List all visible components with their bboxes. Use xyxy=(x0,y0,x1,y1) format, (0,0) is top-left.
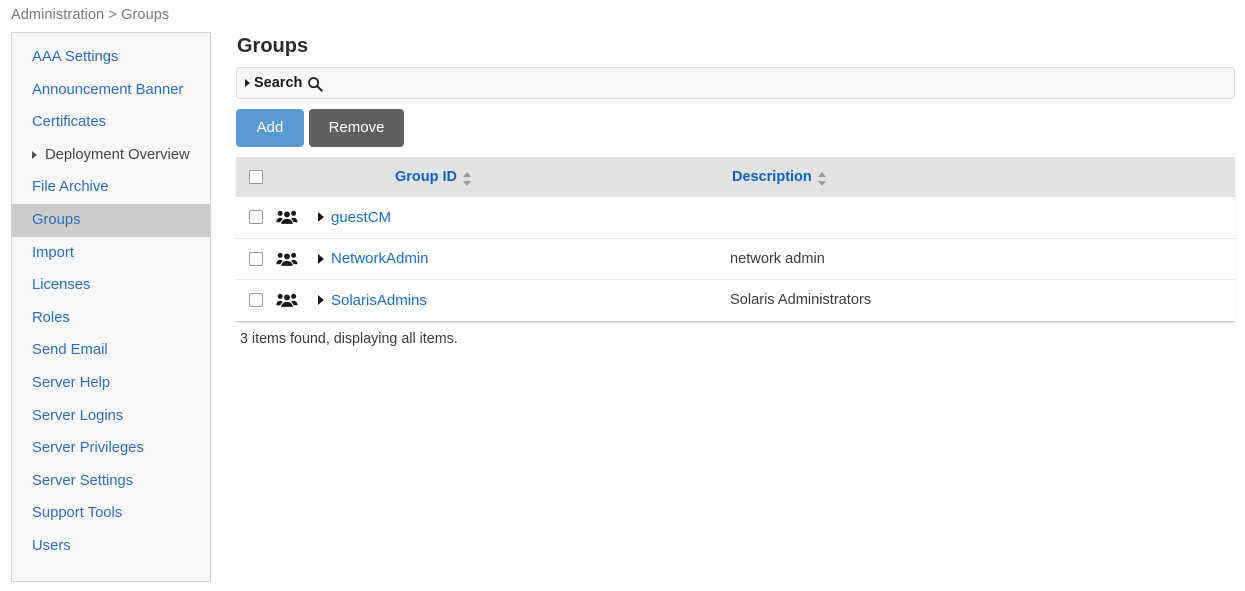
sidebar-item-certificates[interactable]: Certificates xyxy=(12,106,210,139)
sidebar-item-server-logins[interactable]: Server Logins xyxy=(12,400,210,433)
sidebar-item-server-privileges[interactable]: Server Privileges xyxy=(12,432,210,465)
row-checkbox[interactable] xyxy=(249,252,263,266)
sidebar-item-announcement-banner[interactable]: Announcement Banner xyxy=(12,74,210,107)
triangle-right-icon[interactable] xyxy=(32,151,37,159)
group-icon xyxy=(276,251,318,267)
table-header-row: Group ID Description xyxy=(236,157,1235,197)
sidebar-item-label: Import xyxy=(32,245,74,261)
sidebar-item-label: Certificates xyxy=(32,114,106,130)
sidebar-item-deployment-overview[interactable]: Deployment Overview xyxy=(12,139,210,172)
page-title: Groups xyxy=(236,32,1235,67)
search-label: Search xyxy=(254,75,302,91)
remove-button[interactable]: Remove xyxy=(309,109,404,147)
groups-table: Group ID Description guestCM NetworkAdmin… xyxy=(236,157,1235,321)
sidebar-item-send-email[interactable]: Send Email xyxy=(12,334,210,367)
group-id-header-label: Group ID xyxy=(395,169,457,185)
sidebar-item-label: AAA Settings xyxy=(32,49,118,65)
sidebar: AAA Settings Announcement Banner Certifica… xyxy=(11,32,211,582)
group-icon-cell xyxy=(276,197,318,238)
row-select-cell xyxy=(236,197,276,238)
select-all-checkbox[interactable] xyxy=(249,170,263,184)
sidebar-item-label: Server Logins xyxy=(32,408,123,424)
group-id-header[interactable]: Group ID xyxy=(318,157,730,197)
sidebar-item-label: Server Help xyxy=(32,375,110,391)
sidebar-item-label: Groups xyxy=(32,212,81,228)
group-id-cell: guestCM xyxy=(318,197,730,238)
row-select-cell xyxy=(236,238,276,280)
sidebar-item-label: Roles xyxy=(32,310,70,326)
table-row[interactable]: NetworkAdmin network admin xyxy=(236,238,1235,280)
sidebar-item-label: Announcement Banner xyxy=(32,82,183,98)
sidebar-item-file-archive[interactable]: File Archive xyxy=(12,171,210,204)
sort-arrows-icon[interactable] xyxy=(463,172,472,186)
sort-arrows-icon[interactable] xyxy=(818,172,827,186)
triangle-right-icon xyxy=(245,79,250,87)
search-panel-toggle[interactable]: Search xyxy=(236,67,1235,99)
sidebar-item-support-tools[interactable]: Support Tools xyxy=(12,497,210,530)
sidebar-item-label: Support Tools xyxy=(32,505,122,521)
row-checkbox[interactable] xyxy=(249,210,263,224)
sidebar-item-aaa-settings[interactable]: AAA Settings xyxy=(12,41,210,74)
description-cell: network admin xyxy=(730,238,1235,280)
description-header-label: Description xyxy=(732,169,812,185)
table-head: Group ID Description xyxy=(236,157,1235,197)
sidebar-item-label: Users xyxy=(32,538,71,554)
group-icon xyxy=(276,292,318,308)
row-checkbox[interactable] xyxy=(249,293,263,307)
table-row[interactable]: SolarisAdmins Solaris Administrators xyxy=(236,280,1235,321)
sidebar-item-groups[interactable]: Groups xyxy=(12,204,210,237)
table-row[interactable]: guestCM xyxy=(236,197,1235,238)
description-header[interactable]: Description xyxy=(730,157,1235,197)
groups-table-container: Group ID Description guestCM NetworkAdmin… xyxy=(236,157,1235,322)
group-id-link[interactable]: SolarisAdmins xyxy=(331,292,427,309)
group-id-link[interactable]: NetworkAdmin xyxy=(331,250,429,267)
sidebar-item-server-settings[interactable]: Server Settings xyxy=(12,465,210,498)
breadcrumb: Administration > Groups xyxy=(11,7,169,23)
group-id-cell: NetworkAdmin xyxy=(318,238,730,280)
group-icon-cell xyxy=(276,238,318,280)
triangle-right-icon[interactable] xyxy=(318,212,324,222)
sidebar-item-server-help[interactable]: Server Help xyxy=(12,367,210,400)
sidebar-item-roles[interactable]: Roles xyxy=(12,302,210,335)
add-button[interactable]: Add xyxy=(236,109,304,147)
group-icon-cell xyxy=(276,280,318,321)
results-summary: 3 items found, displaying all items. xyxy=(236,331,1235,347)
table-body: guestCMNetworkAdminnetwork adminSolarisA… xyxy=(236,197,1235,321)
sidebar-item-users[interactable]: Users xyxy=(12,530,210,563)
sidebar-item-licenses[interactable]: Licenses xyxy=(12,269,210,302)
row-select-cell xyxy=(236,280,276,321)
triangle-right-icon[interactable] xyxy=(318,295,324,305)
group-id-cell: SolarisAdmins xyxy=(318,280,730,321)
select-all-header xyxy=(236,157,276,197)
toolbar: Add Remove xyxy=(236,109,1235,147)
sidebar-item-label: Send Email xyxy=(32,342,108,358)
description-cell xyxy=(730,197,1235,238)
sidebar-item-label: Server Privileges xyxy=(32,440,144,456)
group-icon xyxy=(276,209,318,225)
description-cell: Solaris Administrators xyxy=(730,280,1235,321)
main-content: Groups Search Add Remove xyxy=(236,32,1235,347)
group-id-link[interactable]: guestCM xyxy=(331,209,391,226)
sidebar-item-import[interactable]: Import xyxy=(12,237,210,270)
icon-header xyxy=(276,157,318,197)
sidebar-item-label: Server Settings xyxy=(32,473,133,489)
sidebar-item-label: Deployment Overview xyxy=(45,147,190,163)
sidebar-item-label: File Archive xyxy=(32,179,108,195)
triangle-right-icon[interactable] xyxy=(318,254,324,264)
sidebar-item-label: Licenses xyxy=(32,277,90,293)
magnifier-icon xyxy=(307,76,323,92)
